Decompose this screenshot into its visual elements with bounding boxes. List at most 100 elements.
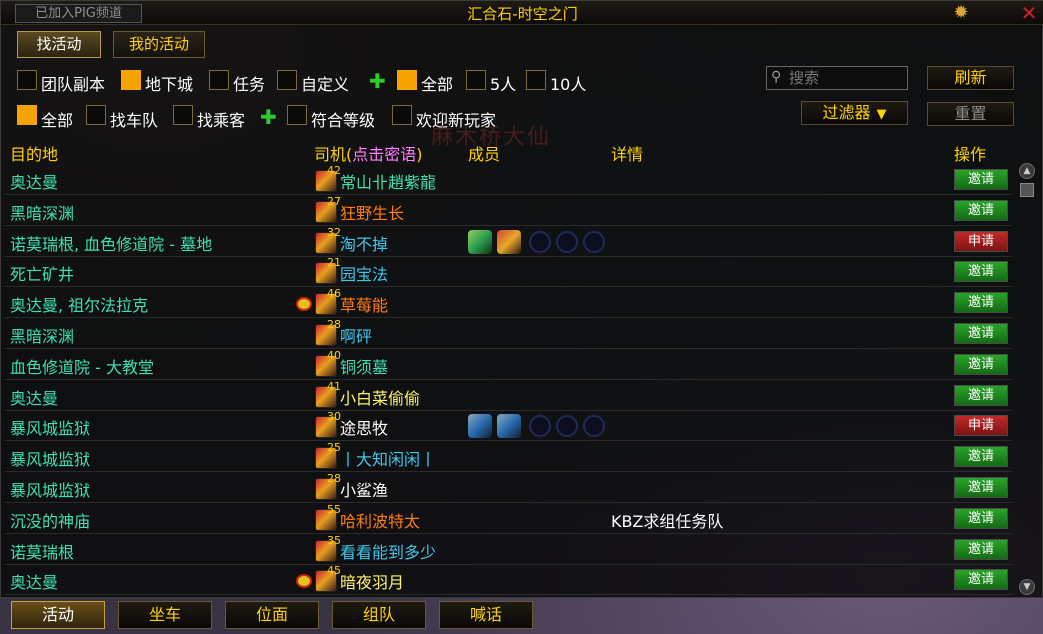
leader-header-prefix: 司机(	[314, 145, 353, 164]
checkbox-5man[interactable]	[466, 70, 486, 90]
row-destination: 暴风城监狱	[10, 450, 91, 470]
table-row[interactable]: 暴风城监狱 30 途思牧 申请	[5, 410, 1012, 442]
table-row[interactable]: 死亡矿井 21 园宝法 邀请	[5, 256, 1012, 288]
row-destination: 死亡矿井	[10, 265, 75, 285]
leader-level: 30	[327, 410, 341, 424]
bottom-tab-phase[interactable]: 位面	[225, 601, 319, 629]
scrollbar[interactable]: ▲ ▼	[1019, 163, 1037, 595]
row-members	[465, 413, 615, 439]
apply-button[interactable]: 申请	[954, 415, 1008, 437]
checkbox-level-match[interactable]	[287, 105, 307, 125]
invite-button[interactable]: 邀请	[954, 292, 1008, 314]
row-destination: 暴风城监狱	[10, 419, 91, 439]
gear-icon[interactable]: ✹	[951, 3, 971, 23]
row-leader[interactable]: 狂野生长	[340, 200, 404, 224]
label-dungeon: 地下城	[145, 75, 194, 94]
table-row[interactable]: 沉没的神庙 55 哈利波特太 KBZ求组任务队 邀请	[5, 503, 1012, 534]
column-header-destination: 目的地	[10, 145, 59, 164]
table-row[interactable]: 诺莫瑞根, 血色修道院 - 墓地 32 淘不掉 申请	[5, 226, 1012, 257]
empty-slot-icon	[583, 230, 605, 253]
checkbox-raid[interactable]	[17, 70, 37, 90]
invite-button[interactable]: 邀请	[954, 199, 1008, 221]
leader-level: 55	[327, 502, 341, 516]
column-header-details: 详情	[611, 145, 644, 164]
eye-icon	[296, 297, 312, 312]
checkbox-all-size[interactable]	[397, 70, 417, 90]
search-input[interactable]: 搜索	[766, 66, 908, 90]
bottom-tab-ride[interactable]: 坐车	[118, 601, 212, 629]
row-members	[465, 229, 615, 255]
invite-button[interactable]: 邀请	[954, 169, 1008, 190]
search-icon: ⚲	[771, 69, 782, 85]
row-destination: 奥达曼	[10, 573, 59, 593]
checkbox-10man[interactable]	[526, 70, 546, 90]
member-class-icon	[497, 414, 521, 439]
row-destination: 奥达曼	[10, 388, 59, 408]
invite-button[interactable]: 邀请	[954, 569, 1008, 591]
row-leader[interactable]: 小白菜偷偷	[340, 385, 420, 409]
checkbox-new-player[interactable]	[392, 105, 412, 125]
filter-dropdown[interactable]: 过滤器 ▼	[801, 101, 908, 125]
row-leader[interactable]: 园宝法	[340, 261, 388, 285]
row-leader[interactable]: 淘不掉	[340, 231, 388, 255]
checkbox-find-group[interactable]	[86, 105, 106, 125]
invite-button[interactable]: 邀请	[954, 477, 1008, 498]
table-row[interactable]: 血色修道院 - 大教堂 40 铜须墓 邀请	[5, 349, 1012, 380]
label-custom: 自定义	[301, 75, 350, 94]
checkbox-dungeon[interactable]	[121, 70, 141, 90]
row-leader[interactable]: 草莓能	[340, 292, 388, 316]
invite-button[interactable]: 邀请	[954, 507, 1008, 529]
row-leader[interactable]: 丨大知闲闲丨	[340, 446, 436, 470]
scroll-down-icon[interactable]: ▼	[1019, 579, 1035, 595]
row-leader[interactable]: 常山卝趙紫龍	[340, 169, 436, 193]
table-row[interactable]: 奥达曼 45 暗夜羽月 邀请	[5, 564, 1012, 596]
label-find-passenger: 找乘客	[197, 111, 246, 130]
invite-button[interactable]: 邀请	[954, 261, 1008, 283]
scroll-thumb[interactable]	[1020, 183, 1034, 197]
apply-button[interactable]: 申请	[954, 230, 1008, 252]
row-leader[interactable]: 暗夜羽月	[340, 569, 404, 593]
leader-level: 28	[327, 318, 341, 331]
leader-level: 21	[327, 256, 341, 270]
reset-button[interactable]: 重置	[927, 102, 1014, 126]
row-leader[interactable]: 哈利波特太	[340, 508, 420, 532]
table-row[interactable]: 奥达曼 42 常山卝趙紫龍 邀请	[5, 164, 1012, 195]
invite-button[interactable]: 邀请	[954, 323, 1008, 344]
leader-level: 40	[327, 348, 341, 362]
label-10man: 10人	[550, 75, 587, 94]
leader-level: 41	[327, 379, 341, 393]
leader-level: 32	[327, 225, 341, 239]
bottom-tab-activity[interactable]: 活动	[11, 601, 105, 629]
plus-icon: ✚	[369, 69, 386, 93]
member-class-icon	[468, 414, 492, 439]
tab-find-activity[interactable]: 找活动	[17, 31, 101, 58]
bottom-tab-party[interactable]: 组队	[332, 601, 426, 629]
tab-my-activity[interactable]: 我的活动	[113, 31, 205, 58]
row-leader[interactable]: 啊砰	[340, 323, 372, 347]
table-row[interactable]: 暴风城监狱 25 丨大知闲闲丨 邀请	[5, 441, 1012, 473]
table-row[interactable]: 黑暗深渊 28 啊砰 邀请	[5, 318, 1012, 349]
checkbox-all-type[interactable]	[17, 105, 37, 125]
refresh-button[interactable]: 刷新	[927, 66, 1014, 90]
row-leader[interactable]: 铜须墓	[340, 354, 388, 378]
table-row[interactable]: 奥达曼, 祖尔法拉克 46 草莓能 邀请	[5, 287, 1012, 319]
table-row[interactable]: 诺莫瑞根 35 看看能到多少 邀请	[5, 534, 1012, 565]
label-level-match: 符合等级	[311, 111, 376, 130]
table-row[interactable]: 奥达曼 41 小白菜偷偷 邀请	[5, 380, 1012, 411]
column-header-members: 成员	[468, 145, 501, 164]
row-leader[interactable]: 途思牧	[340, 415, 388, 439]
scroll-up-icon[interactable]: ▲	[1019, 163, 1035, 179]
bottom-tab-shout[interactable]: 喊话	[439, 601, 533, 629]
invite-button[interactable]: 邀请	[954, 384, 1008, 406]
checkbox-find-passenger[interactable]	[173, 105, 193, 125]
row-leader[interactable]: 看看能到多少	[340, 539, 436, 563]
table-row[interactable]: 黑暗深渊 27 狂野生长 邀请	[5, 195, 1012, 226]
checkbox-custom[interactable]	[277, 70, 297, 90]
checkbox-quest[interactable]	[209, 70, 229, 90]
row-leader[interactable]: 小鲨渔	[340, 477, 388, 501]
invite-button[interactable]: 邀请	[954, 353, 1008, 375]
invite-button[interactable]: 邀请	[954, 446, 1008, 468]
table-row[interactable]: 暴风城监狱 28 小鲨渔 邀请	[5, 472, 1012, 503]
close-icon[interactable]: ✕	[1018, 2, 1040, 24]
invite-button[interactable]: 邀请	[954, 538, 1008, 560]
